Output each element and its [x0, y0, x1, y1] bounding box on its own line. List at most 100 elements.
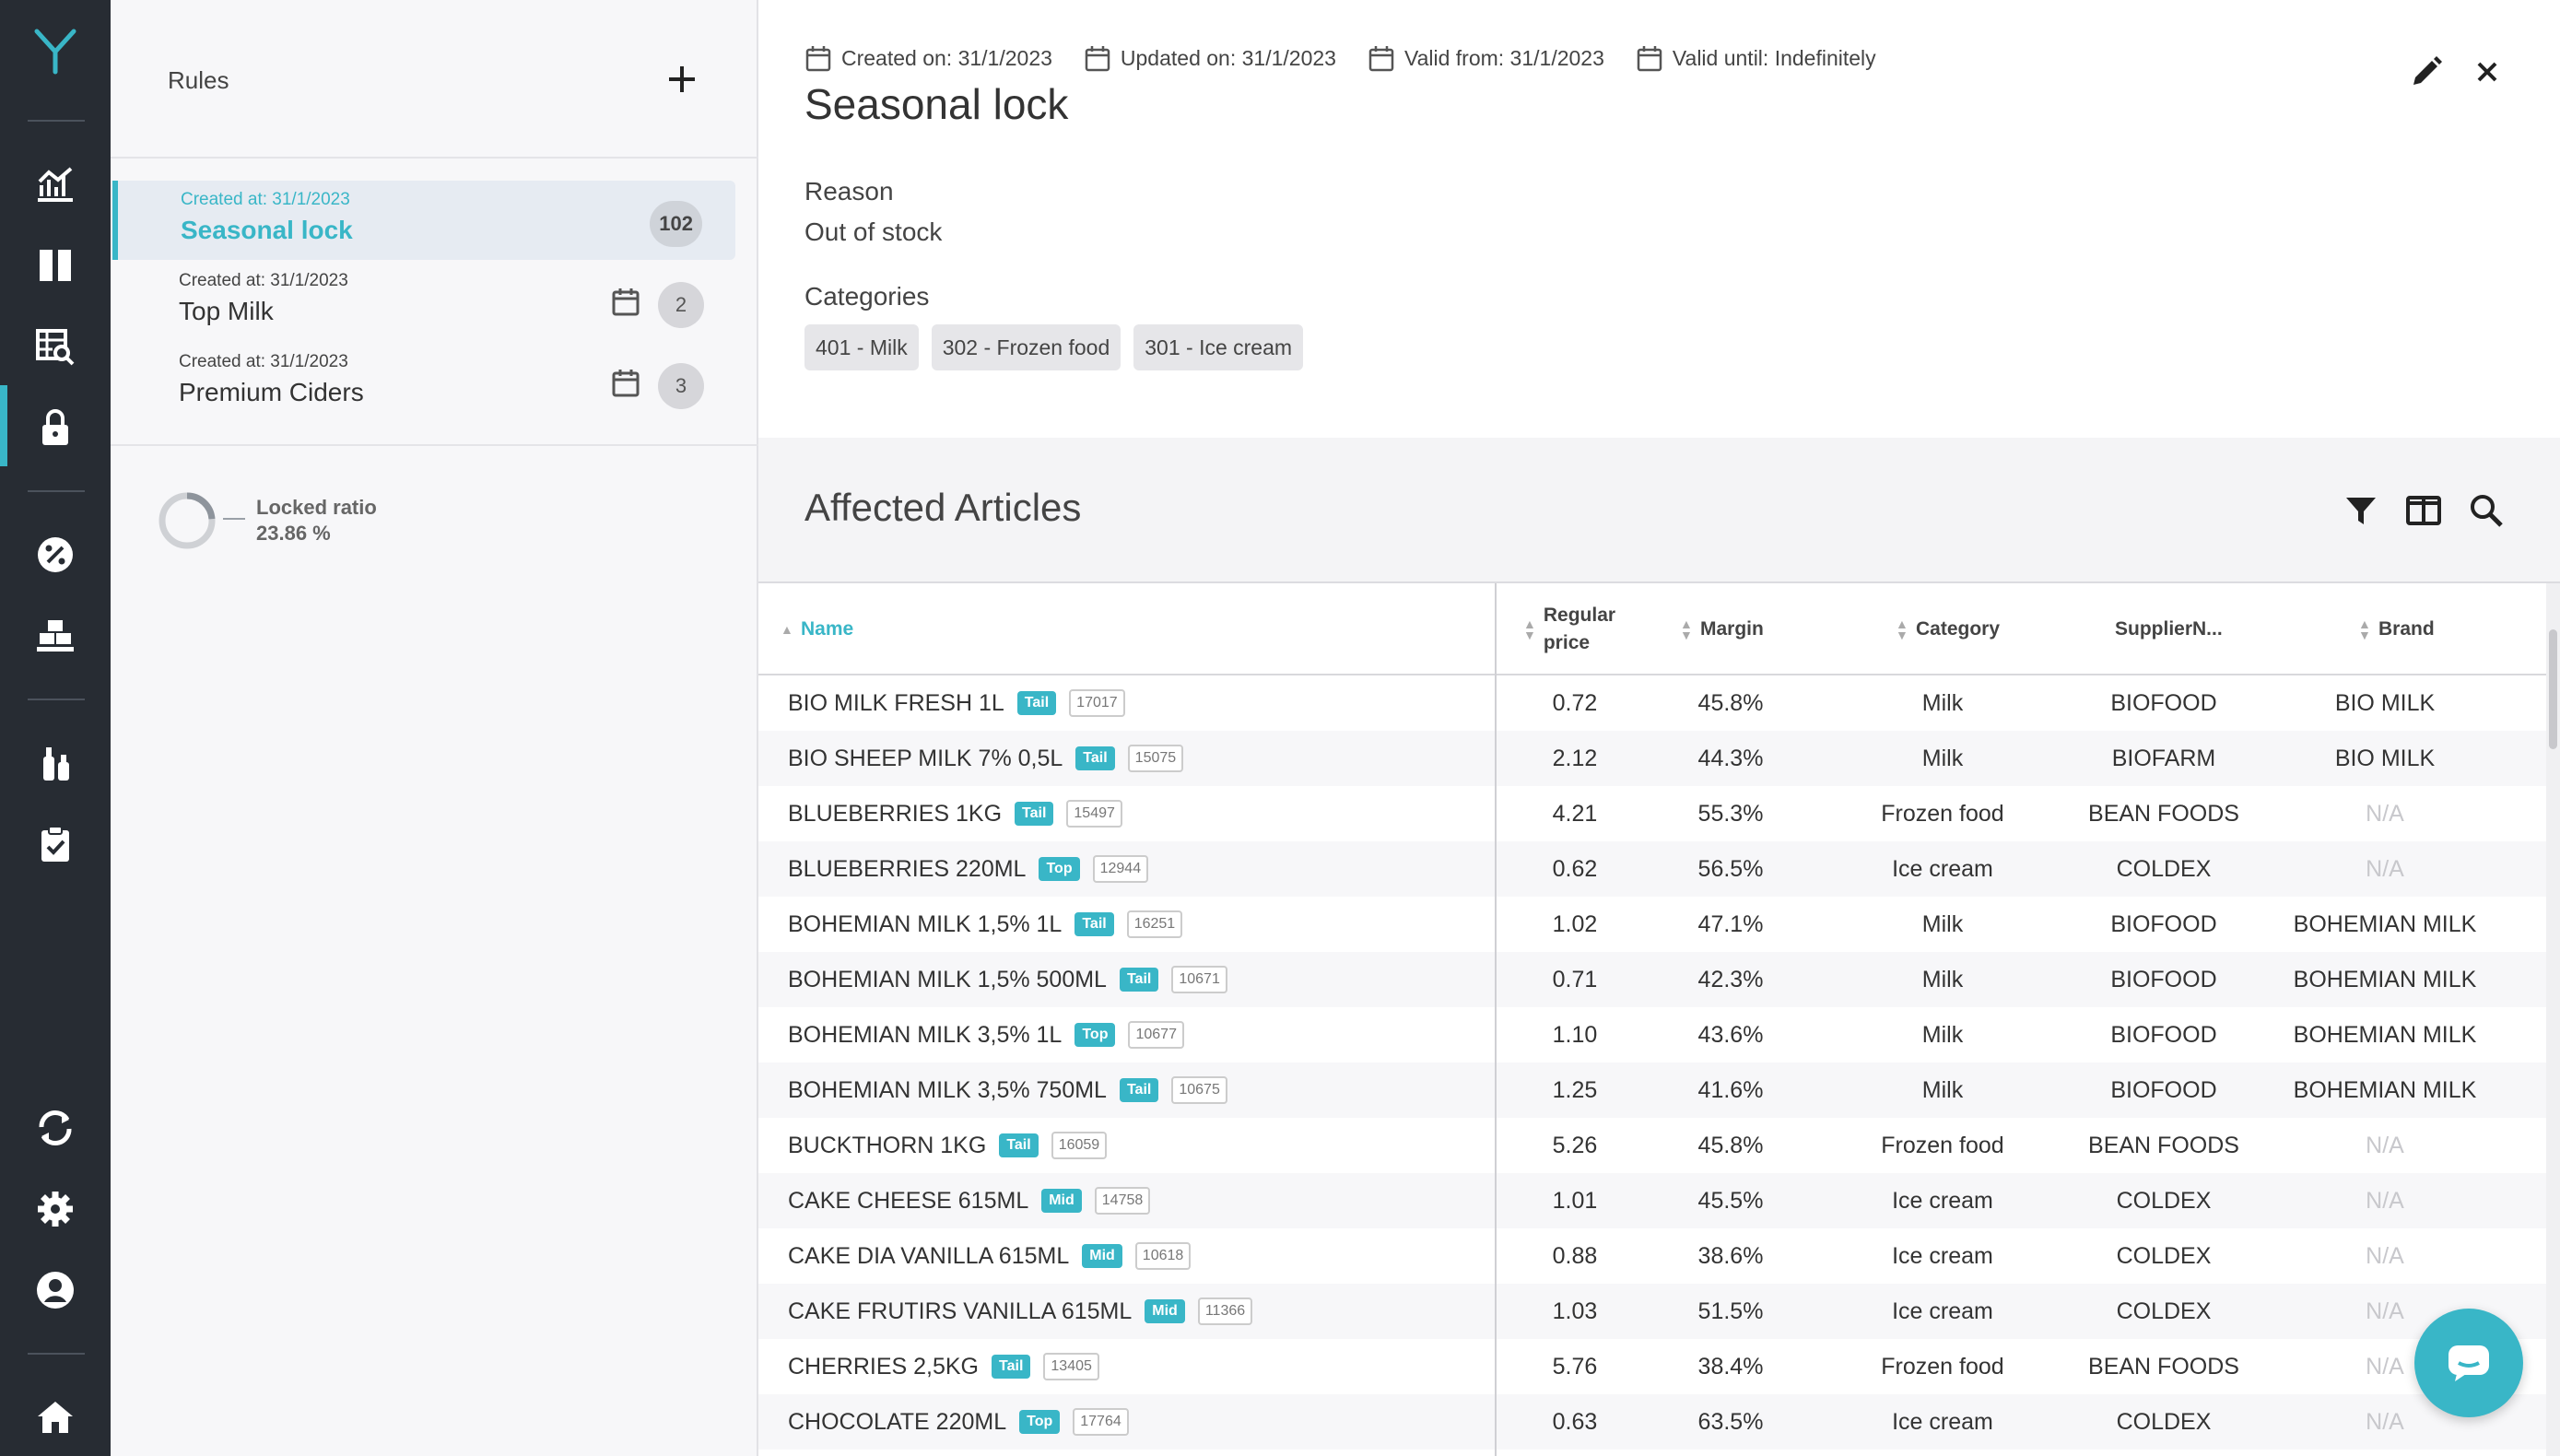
rule-item-top-milk[interactable]: Created at: 31/1/2023 Top Milk 2 [111, 262, 737, 341]
supplier-cell: BIOFOOD [2110, 690, 2217, 716]
article-name-cell: BUCKTHORN 1KG Tail 16059 [788, 1118, 1108, 1173]
margin-cell: 44.3% [1697, 746, 1764, 771]
article-code: 12944 [1092, 855, 1149, 883]
table-row[interactable]: CAKE FRUTIRS VANILLA 615ML Mid 11366 1.03 51… [758, 1284, 2546, 1339]
filter-icon[interactable] [2342, 491, 2380, 530]
table-row[interactable]: CAKE CHEESE 615ML Mid 14758 1.01 45.5% Ice cr… [758, 1173, 2546, 1228]
search-icon[interactable] [2467, 491, 2506, 530]
clipboard-check-icon[interactable] [31, 820, 79, 868]
home-icon[interactable] [31, 1393, 79, 1441]
category-cell: Milk [1921, 1077, 1964, 1103]
table-scrollbar[interactable] [2546, 583, 2560, 1456]
brand-cell: BOHEMIAN MILK [2293, 911, 2477, 937]
brand-cell: BOHEMIAN MILK [2293, 1077, 2477, 1103]
table-header: ▲ Name ▲ ▼ Regular price ▲ ▼ Margin ▲ ▼ Cat… [758, 583, 2546, 675]
column-divider [1495, 583, 1497, 1456]
regular-price-cell: 0.71 [1552, 967, 1598, 992]
rule-item-seasonal-lock[interactable]: Created at: 31/1/2023 Seasonal lock 102 [112, 181, 735, 260]
pallets-icon[interactable] [31, 612, 79, 660]
columns-toggle-icon[interactable] [2404, 491, 2443, 530]
bottles-icon[interactable] [31, 739, 79, 787]
article-code: 16059 [1051, 1132, 1108, 1159]
segment-tag: Tail [1119, 1078, 1159, 1102]
supplier-cell: BEAN FOODS [2088, 1133, 2239, 1158]
rule-count-badge: 102 [650, 201, 702, 247]
segment-tag: Mid [1082, 1244, 1122, 1268]
rule-item-premium-ciders[interactable]: Created at: 31/1/2023 Premium Ciders 3 [111, 343, 737, 422]
article-code: 16251 [1126, 910, 1183, 938]
discount-icon[interactable] [31, 531, 79, 579]
table-row[interactable]: BIO SHEEP MILK 7% 0,5L Tail 15075 2.12 44.3%… [758, 731, 2546, 786]
supplier-cell: COLDEX [2116, 1409, 2212, 1435]
table-row[interactable]: CAKE DIA VANILLA 615ML Mid 10618 0.88 38.6% I… [758, 1228, 2546, 1284]
column-brand[interactable]: ▲ ▼ Brand [2358, 583, 2435, 675]
table-row[interactable]: BOHEMIAN MILK 1,5% 500ML Tail 10671 0.71 42.… [758, 952, 2546, 1007]
column-label: Name [801, 618, 854, 640]
article-name-cell: CHERRIES 2,5KG Tail 13405 [788, 1339, 1099, 1394]
table-row[interactable]: BLUEBERRIES 220ML Top 12944 0.62 56.5% Ice cr… [758, 841, 2546, 897]
refresh-icon[interactable] [31, 1104, 79, 1152]
add-rule-icon[interactable] [662, 59, 702, 100]
regular-price-cell: 5.76 [1552, 1354, 1598, 1380]
close-icon[interactable] [2471, 55, 2504, 88]
brand-cell: N/A [2366, 856, 2404, 882]
article-name-cell: CAKE DIA VANILLA 615ML Mid 10618 [788, 1228, 1192, 1284]
supplier-cell: COLDEX [2116, 1298, 2212, 1324]
user-icon[interactable] [31, 1266, 79, 1314]
sort-asc-icon: ▲ [781, 622, 793, 637]
table-row[interactable]: BIO MILK FRESH 1L Tail 17017 0.72 45.8% Milk B… [758, 675, 2546, 731]
table-row[interactable]: CHOCOLATE 220ML Top 17764 0.63 63.5% Ice crea… [758, 1394, 2546, 1450]
article-name-cell: BOHEMIAN MILK 3,5% 1L Top 10677 [788, 1007, 1184, 1063]
column-name[interactable]: ▲ Name [781, 583, 853, 675]
analytics-icon[interactable] [31, 160, 79, 208]
brand-cell: N/A [2366, 1243, 2404, 1269]
app-logo[interactable] [28, 22, 83, 77]
supplier-cell: BIOFOOD [2110, 1022, 2217, 1048]
brand-cell: N/A [2366, 1188, 2404, 1214]
rules-divider [111, 444, 758, 446]
article-name-cell: BOHEMIAN MILK 1,5% 1L Tail 16251 [788, 897, 1183, 952]
rules-divider [111, 157, 758, 159]
table-row[interactable]: CHERRIES 2,5KG Tail 13405 5.76 38.4% Frozen f… [758, 1339, 2546, 1394]
table-row[interactable]: BOHEMIAN MILK 3,5% 1L Top 10677 1.10 43.6% Mi… [758, 1007, 2546, 1063]
reason-label: Reason [804, 177, 894, 205]
article-name-cell: BOHEMIAN MILK 1,5% 500ML Tail 10671 [788, 952, 1227, 1007]
article-name: BLUEBERRIES 1KG [788, 801, 1003, 827]
column-regular-price[interactable]: ▲ ▼ Regular price [1523, 583, 1625, 675]
scrollbar-thumb[interactable] [2549, 629, 2557, 749]
column-supplier[interactable]: SupplierN... [2115, 583, 2223, 675]
updated-on-text: Updated on: 31/1/2023 [1120, 45, 1336, 70]
article-name: BOHEMIAN MILK 1,5% 500ML [788, 967, 1107, 992]
chat-button[interactable] [2414, 1309, 2523, 1417]
regular-price-cell: 0.72 [1552, 690, 1598, 716]
segment-tag: Top [1074, 1023, 1116, 1047]
valid-until: Valid until: Indefinitely [1636, 44, 1876, 72]
column-category[interactable]: ▲ ▼ Category [1896, 583, 2000, 675]
article-name: BOHEMIAN MILK 3,5% 750ML [788, 1077, 1107, 1103]
article-code: 10675 [1171, 1076, 1227, 1104]
sort-icon: ▲ ▼ [1896, 616, 1908, 642]
column-margin[interactable]: ▲ ▼ Margin [1680, 583, 1764, 675]
article-name: BIO MILK FRESH 1L [788, 690, 1004, 716]
table-row[interactable]: BOHEMIAN MILK 1,5% 1L Tail 16251 1.02 47.1% M… [758, 897, 2546, 952]
lock-icon[interactable] [31, 404, 79, 452]
columns-icon[interactable] [31, 241, 79, 289]
article-name: BOHEMIAN MILK 3,5% 1L [788, 1022, 1063, 1048]
rule-created: Created at: 31/1/2023 [179, 352, 348, 371]
table-row[interactable]: BUCKTHORN 1KG Tail 16059 5.26 45.8% Frozen fo… [758, 1118, 2546, 1173]
valid-until-text: Valid until: Indefinitely [1672, 45, 1876, 70]
table-row[interactable]: BLUEBERRIES 1KG Tail 15497 4.21 55.3% Frozen … [758, 786, 2546, 841]
calendar-icon [612, 370, 640, 397]
category-cell: Frozen food [1881, 801, 2004, 827]
category-cell: Milk [1921, 690, 1964, 716]
article-name: CAKE FRUTIRS VANILLA 615ML [788, 1298, 1133, 1324]
margin-cell: 63.5% [1697, 1409, 1764, 1435]
article-name: BOHEMIAN MILK 1,5% 1L [788, 911, 1063, 937]
brand-cell: BIO MILK [2334, 690, 2436, 716]
settings-icon[interactable] [31, 1185, 79, 1233]
edit-icon[interactable] [2408, 53, 2445, 90]
article-name-cell: CAKE FRUTIRS VANILLA 615ML Mid 11366 [788, 1284, 1253, 1339]
table-row[interactable]: BOHEMIAN MILK 3,5% 750ML Tail 10675 1.25 41.… [758, 1063, 2546, 1118]
table-search-icon[interactable] [31, 323, 79, 370]
column-label: SupplierN... [2115, 618, 2223, 640]
